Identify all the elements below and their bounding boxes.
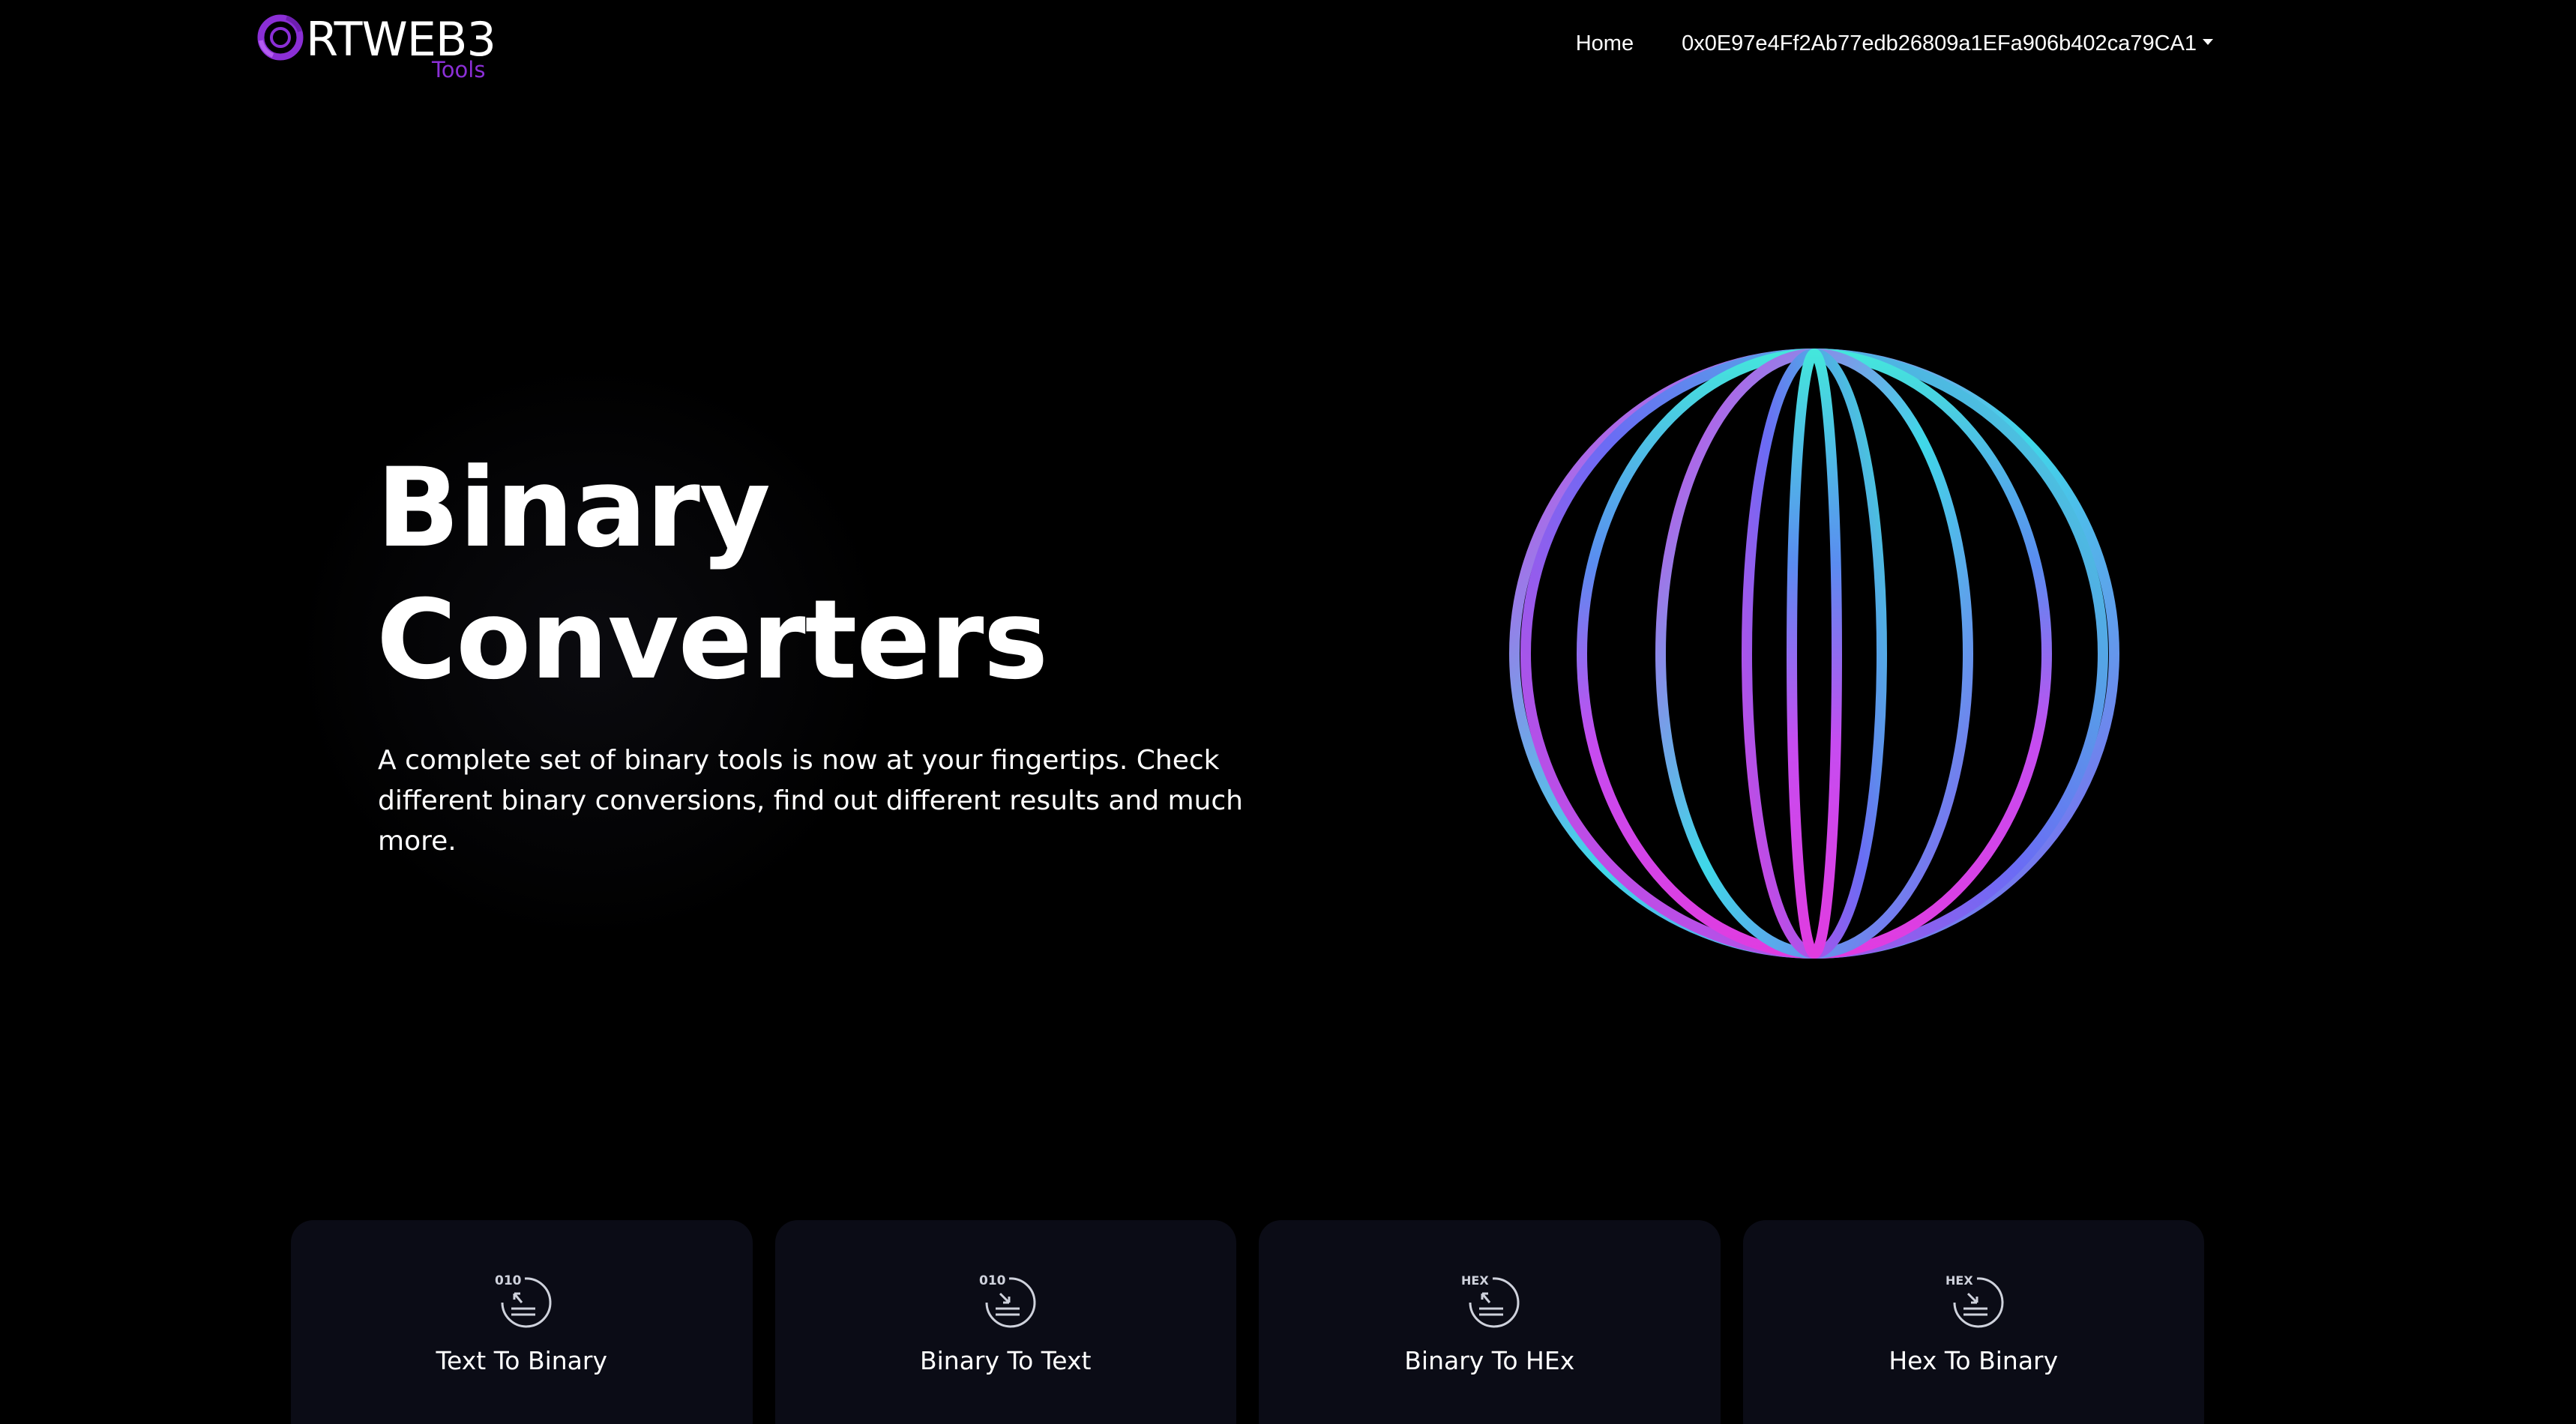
wallet-dropdown[interactable]: 0x0E97e4Ff2Ab77edb26809a1EFa906b402ca79C…	[1682, 31, 2213, 56]
binary-to-text-icon: 010	[979, 1273, 1035, 1328]
brand-mark-icon	[257, 14, 304, 61]
card-label: Text To Binary	[436, 1346, 607, 1375]
card-binary-to-text[interactable]: 010 Binary To Text	[774, 1220, 1236, 1424]
card-label: Binary To HEx	[1404, 1346, 1575, 1375]
hero-description: A complete set of binary tools is now at…	[378, 745, 1243, 857]
card-text-to-binary[interactable]: 010 Text To Binary	[291, 1220, 753, 1424]
nav-links: Home 0x0E97e4Ff2Ab77edb26809a1EFa906b402…	[1576, 28, 2213, 58]
brand-subtitle: Tools	[432, 57, 486, 82]
card-binary-to-hex[interactable]: HEX Binary To HEx	[1259, 1220, 1721, 1424]
caret-down-icon	[2203, 39, 2213, 45]
hero-title: Binary Converters	[376, 442, 1276, 706]
text-to-binary-icon-label: 010	[495, 1273, 522, 1288]
page: RTWEB3 Tools Home 0x0E97e4Ff2Ab77edb2680…	[0, 0, 2576, 1424]
hex-to-binary-icon-label: HEX	[1945, 1273, 1973, 1288]
binary-to-hex-icon-label: HEX	[1461, 1273, 1489, 1288]
wallet-address: 0x0E97e4Ff2Ab77edb26809a1EFa906b402ca79C…	[1682, 31, 2197, 55]
card-hex-to-binary[interactable]: HEX Hex To Binary	[1742, 1220, 2204, 1424]
binary-to-text-icon-label: 010	[979, 1273, 1006, 1288]
converter-cards: 010 Text To Binary 010 Binary To Text HE…	[291, 1220, 2204, 1424]
navbar: RTWEB3 Tools Home 0x0E97e4Ff2Ab77edb2680…	[0, 0, 2576, 87]
binary-to-hex-icon: HEX	[1461, 1273, 1520, 1328]
nav-home-link[interactable]: Home	[1576, 31, 1634, 56]
wireframe-sphere-graphic	[1509, 349, 2119, 959]
text-to-binary-icon: 010	[495, 1273, 552, 1328]
hero-title-line-1: Binary	[376, 444, 771, 572]
hex-to-binary-icon: HEX	[1945, 1273, 2003, 1328]
hero-title-line-2: Converters	[376, 576, 1048, 704]
brand-logo[interactable]: RTWEB3 Tools	[253, 9, 501, 84]
card-label: Hex To Binary	[1889, 1346, 2059, 1375]
card-label: Binary To Text	[919, 1346, 1092, 1375]
